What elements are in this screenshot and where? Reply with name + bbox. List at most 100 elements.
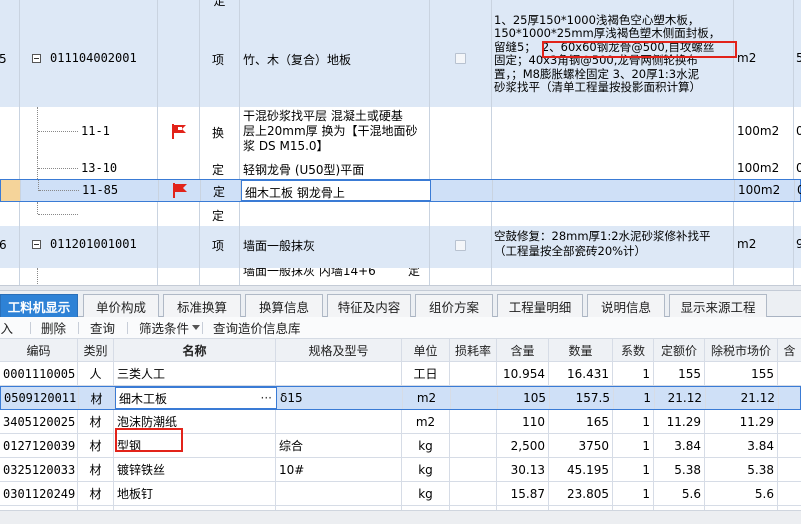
unit-cell[interactable]: kg: [402, 482, 450, 505]
unit-cell[interactable]: m2: [402, 410, 450, 433]
loss-cell[interactable]: [450, 410, 497, 433]
loss-cell[interactable]: [450, 482, 497, 505]
spec-cell[interactable]: δ15: [277, 387, 403, 409]
unit-cell[interactable]: m2: [403, 387, 451, 409]
tab-source-project[interactable]: 显示来源工程: [669, 294, 767, 317]
code-cell[interactable]: 0509120011: [1, 387, 79, 409]
collapse-toggle-icon[interactable]: [32, 240, 41, 249]
table-row[interactable]: 定: [0, 202, 801, 227]
qty-per-cell[interactable]: 2,500: [497, 434, 549, 457]
code-cell[interactable]: 0301120249: [0, 482, 78, 505]
qty-cell[interactable]: 45.195: [549, 458, 613, 481]
spec-cell[interactable]: 10#: [276, 458, 402, 481]
code-cell: 011104002001: [50, 51, 137, 65]
price-db-button[interactable]: 查询造价信息库: [213, 317, 301, 338]
market-cell[interactable]: 5.38: [705, 458, 778, 481]
qty-cell[interactable]: 23.805: [549, 482, 613, 505]
tab-unit-price[interactable]: 单价构成: [83, 294, 159, 317]
table-row[interactable]: 11-1 换 干混砂浆找平层 混凝土或硬基 层上20mm厚 换为【干混地面砂 浆…: [0, 107, 801, 158]
cat-cell[interactable]: 材: [79, 387, 115, 409]
coef-cell[interactable]: 1: [613, 362, 654, 385]
market-cell[interactable]: 155: [705, 362, 778, 385]
loss-cell[interactable]: [450, 362, 497, 385]
table-row-selected[interactable]: 11-85 定 细木工板 钢龙骨上 100m2 0: [0, 179, 801, 202]
price-cell[interactable]: 155: [654, 362, 705, 385]
qty-per-cell[interactable]: 105: [498, 387, 550, 409]
code-cell[interactable]: 0127120039: [0, 434, 78, 457]
qty-cell[interactable]: 157.5: [550, 387, 614, 409]
qty-per-cell[interactable]: 110: [497, 410, 549, 433]
coef-cell[interactable]: 1: [613, 410, 654, 433]
table-row[interactable]: 0001110005 人 三类人工 工日 10.954 16.431 1 155 155: [0, 362, 801, 386]
loss-cell[interactable]: [450, 458, 497, 481]
horizontal-scrollbar[interactable]: [0, 510, 801, 524]
market-cell[interactable]: 3.84: [705, 434, 778, 457]
price-cell[interactable]: 3.84: [654, 434, 705, 457]
loss-cell[interactable]: [451, 387, 498, 409]
name-cell[interactable]: 三类人工: [114, 362, 276, 385]
code-cell[interactable]: 0001110005: [0, 362, 78, 385]
query-button[interactable]: 查询: [90, 317, 115, 338]
tab-conversion-info[interactable]: 换算信息: [245, 294, 323, 317]
cat-cell[interactable]: 材: [78, 434, 114, 457]
spec-cell[interactable]: [276, 410, 402, 433]
table-row[interactable]: 5 011104002001 项 竹、木（复合）地板 1、25厚150*1000…: [0, 12, 801, 108]
tab-quantity-detail[interactable]: 工程量明细: [497, 294, 583, 317]
table-row[interactable]: 0325120033 材 镀锌铁丝 10# kg 30.13 45.195 1 5.38 5.38: [0, 458, 801, 482]
tab-resource-display[interactable]: 工料机显示: [0, 294, 78, 317]
market-cell[interactable]: 5.6: [705, 482, 778, 505]
checkbox[interactable]: [455, 53, 466, 64]
code-cell[interactable]: 3405120025: [0, 410, 78, 433]
table-row[interactable]: 0301120249 材 地板钉 kg 15.87 23.805 1 5.6 5.6: [0, 482, 801, 506]
name-cell[interactable]: 细木工板 ···: [115, 387, 277, 409]
qty-per-cell[interactable]: 30.13: [497, 458, 549, 481]
price-cell[interactable]: 21.12: [655, 387, 706, 409]
spec-cell[interactable]: [276, 482, 402, 505]
price-cell[interactable]: 5.6: [654, 482, 705, 505]
coef-cell[interactable]: 1: [613, 458, 654, 481]
toolbar-divider: [127, 322, 128, 334]
spec-cell[interactable]: 综合: [276, 434, 402, 457]
tab-features[interactable]: 特征及内容: [327, 294, 411, 317]
name-cell[interactable]: 镀锌铁丝: [114, 458, 276, 481]
spec-cell[interactable]: [276, 362, 402, 385]
qty-text: 165: [586, 414, 609, 429]
cat-cell[interactable]: 材: [78, 458, 114, 481]
tab-description[interactable]: 说明信息: [587, 294, 665, 317]
unit-cell[interactable]: kg: [402, 458, 450, 481]
checkbox[interactable]: [455, 240, 466, 251]
price-cell[interactable]: 11.29: [654, 410, 705, 433]
name-cell[interactable]: 地板钉: [114, 482, 276, 505]
cat-cell[interactable]: 材: [78, 482, 114, 505]
table-row-selected[interactable]: 0509120011 材 细木工板 ··· δ15 m2 105 157.5 1 21.12 21.…: [0, 386, 801, 410]
name-cell: 细木工板 钢龙骨上: [245, 186, 345, 200]
qty-cell[interactable]: 165: [549, 410, 613, 433]
tab-standard-conversion[interactable]: 标准换算: [163, 294, 241, 317]
qty-cell[interactable]: 16.431: [549, 362, 613, 385]
unit-cell[interactable]: 工日: [402, 362, 450, 385]
qty-per-cell[interactable]: 15.87: [497, 482, 549, 505]
qty-cell[interactable]: 3750: [549, 434, 613, 457]
coef-cell[interactable]: 1: [613, 482, 654, 505]
insert-button[interactable]: 插入: [0, 317, 13, 338]
delete-button[interactable]: 删除: [41, 317, 66, 338]
table-row[interactable]: 墙面一般抹灰 内墙14+6 定: [0, 268, 801, 285]
coef-cell[interactable]: 1: [613, 434, 654, 457]
table-row[interactable]: 13-10 定 轻钢龙骨 (U50型)平面 100m2 0: [0, 157, 801, 180]
table-row[interactable]: 6 011201001001 项 墙面一般抹灰 空鼓修复：28mm厚1:2水泥砂…: [0, 226, 801, 269]
loss-cell[interactable]: [450, 434, 497, 457]
market-cell[interactable]: 21.12: [706, 387, 779, 409]
price-cell[interactable]: 5.38: [654, 458, 705, 481]
coef-cell[interactable]: 1: [614, 387, 655, 409]
code-cell[interactable]: 0325120033: [0, 458, 78, 481]
tab-pricing-plan[interactable]: 组价方案: [415, 294, 493, 317]
cat-cell[interactable]: 材: [78, 410, 114, 433]
collapse-toggle-icon[interactable]: [32, 54, 41, 63]
unit-cell[interactable]: kg: [402, 434, 450, 457]
market-cell[interactable]: 11.29: [705, 410, 778, 433]
ellipsis-button[interactable]: ···: [261, 391, 272, 405]
filter-button[interactable]: 筛选条件: [139, 317, 201, 338]
name-edit-cell[interactable]: 细木工板 钢龙骨上: [241, 180, 431, 201]
cat-cell[interactable]: 人: [78, 362, 114, 385]
qty-per-cell[interactable]: 10.954: [497, 362, 549, 385]
